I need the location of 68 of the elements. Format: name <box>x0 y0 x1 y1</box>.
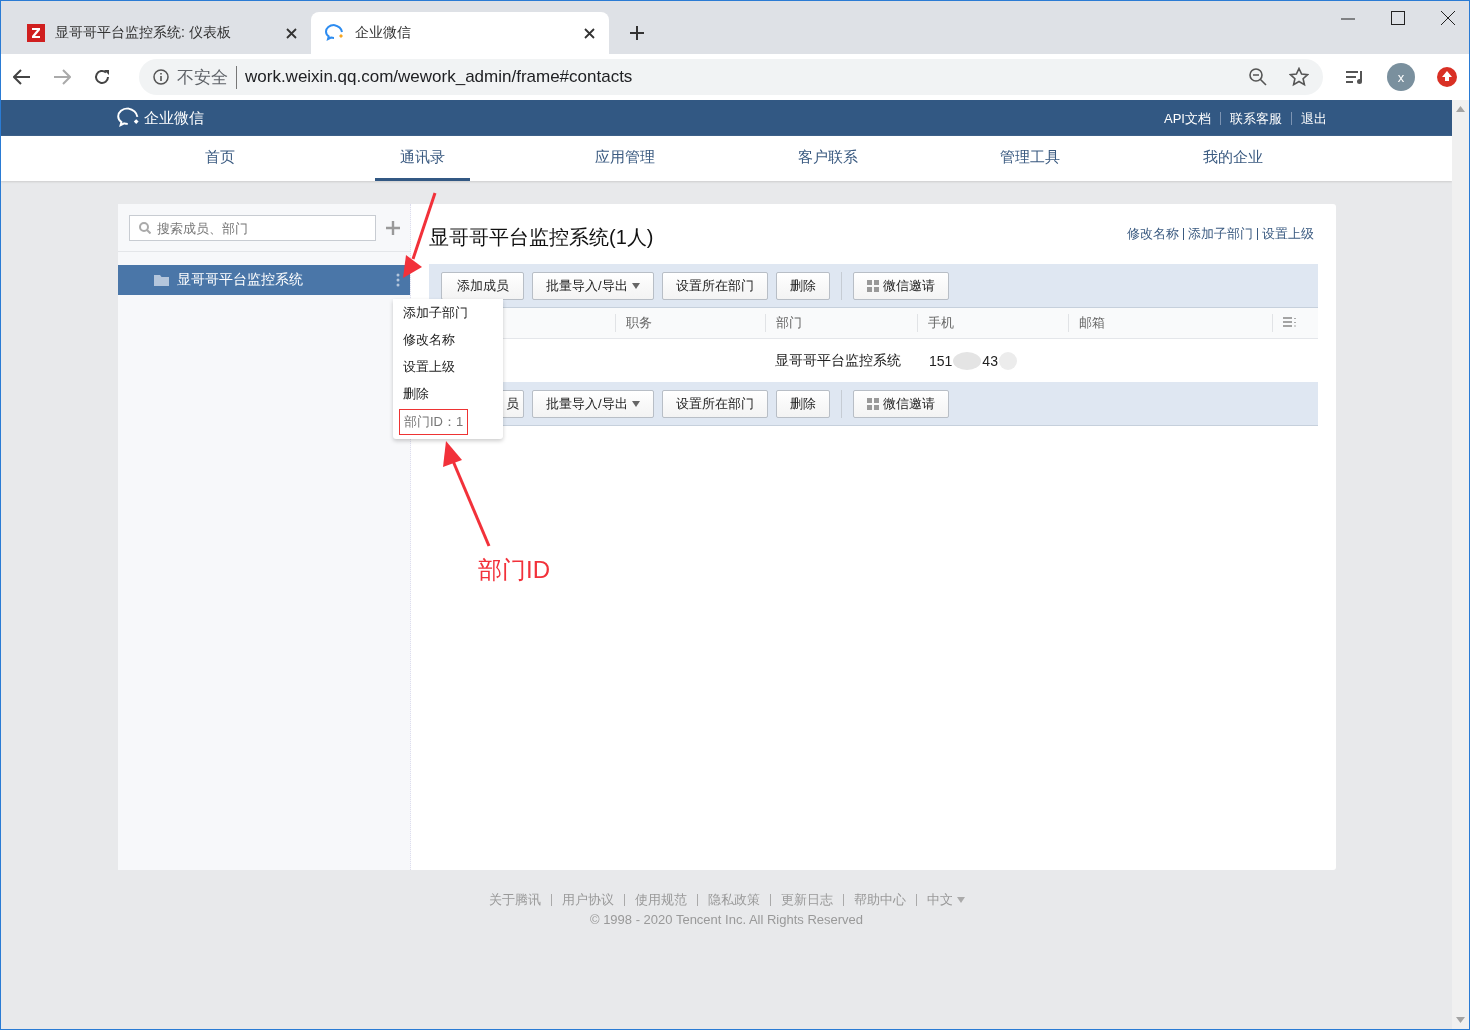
toolbar-button[interactable]: 设置所在部门 <box>661 389 768 418</box>
action-link[interactable]: 设置上级 <box>1257 228 1318 240</box>
close-icon[interactable] <box>286 27 297 39</box>
nav-tab[interactable]: 客户联系 <box>772 136 883 181</box>
nav-tab[interactable]: 首页 <box>180 136 261 181</box>
folder-icon <box>154 274 169 286</box>
caret-icon <box>631 400 640 407</box>
menu-item[interactable]: 修改名称 <box>393 326 503 353</box>
nav-tab[interactable]: 管理工具 <box>975 136 1086 181</box>
toolbar-button[interactable]: 微信邀请 <box>852 271 949 300</box>
annotation-label: 部门ID <box>478 555 550 585</box>
column-header: 手机 <box>917 314 1068 332</box>
star-icon[interactable] <box>1289 67 1309 87</box>
z-logo-icon <box>27 24 45 42</box>
product-logo: 企业微信 <box>144 108 204 128</box>
browser-tab[interactable]: 显哥哥平台监控系统: 仪表板 <box>13 12 311 54</box>
qr-icon <box>866 397 879 410</box>
table-cell: 43 <box>982 352 998 369</box>
upload-icon[interactable] <box>1437 67 1457 87</box>
department-id-text: 部门ID：1 <box>399 409 469 435</box>
maximize-icon[interactable] <box>1391 11 1405 25</box>
info-icon[interactable] <box>153 69 169 85</box>
chat-bubble-icon <box>325 24 345 42</box>
column-header: 职务 <box>615 314 765 332</box>
menu-item[interactable]: 添加子部门 <box>393 299 503 326</box>
department-title: 显哥哥平台监控系统(1人) <box>429 224 654 250</box>
add-icon[interactable] <box>386 221 400 235</box>
back-icon[interactable] <box>13 69 31 85</box>
header-link[interactable]: 退出 <box>1291 111 1336 125</box>
close-icon[interactable] <box>584 27 595 39</box>
blurred-digits-icon <box>952 350 983 371</box>
menu-item[interactable]: 设置上级 <box>393 353 503 380</box>
toolbar-button[interactable]: 添加成员 <box>441 271 524 300</box>
column-header: 邮箱 <box>1068 314 1272 332</box>
department-item[interactable]: 显哥哥平台监控系统 <box>118 265 410 295</box>
header-link[interactable]: API文档 <box>1155 111 1220 125</box>
nav-tab[interactable]: 通讯录 <box>375 136 471 181</box>
caret-icon <box>631 282 640 289</box>
toolbar-button[interactable]: 设置所在部门 <box>661 271 768 300</box>
toolbar-button[interactable]: 删除 <box>775 389 830 418</box>
action-link[interactable]: 添加子部门 <box>1183 228 1257 240</box>
url-text: work.weixin.qq.com/wework_admin/frame#contacts <box>245 67 634 87</box>
toolbar-button[interactable]: 删除 <box>775 271 830 300</box>
close-icon[interactable] <box>1441 11 1455 25</box>
browser-tab[interactable]: 企业微信 <box>311 12 609 54</box>
security-label: 不安全 <box>177 65 237 89</box>
chat-bubble-icon <box>117 107 141 129</box>
toolbar-button[interactable]: 微信邀请 <box>852 389 949 418</box>
reload-icon[interactable] <box>93 68 111 86</box>
address-bar[interactable]: 不安全 work.weixin.qq.com/wework_admin/frame#contacts <box>139 59 1323 95</box>
media-queue-icon[interactable] <box>1345 69 1365 85</box>
more-icon[interactable] <box>396 273 400 287</box>
menu-item[interactable]: 删除 <box>393 380 503 407</box>
qr-icon <box>866 279 879 292</box>
toolbar-button[interactable]: 批量导入/导出 <box>532 389 654 418</box>
search-icon <box>139 222 151 234</box>
new-tab-icon[interactable] <box>629 25 645 41</box>
table-cell-text: 显哥哥平台监控系统 <box>774 351 902 370</box>
action-link[interactable]: 修改名称 <box>1123 228 1183 240</box>
zoom-out-icon[interactable] <box>1249 68 1267 86</box>
nav-tab[interactable]: 应用管理 <box>570 136 681 181</box>
header-link[interactable]: 联系客服 <box>1220 111 1291 125</box>
search-field[interactable]: 搜索成员、部门 <box>129 215 376 241</box>
table-cell: 151 <box>929 352 953 369</box>
nav-tab[interactable]: 我的企业 <box>1177 136 1288 181</box>
copyright-text: © 1998 - 2020 Tencent Inc. All Rights Reserved <box>589 912 864 927</box>
toolbar-button[interactable]: 批量导入/导出 <box>532 271 654 300</box>
column-header: 部门 <box>765 314 917 332</box>
